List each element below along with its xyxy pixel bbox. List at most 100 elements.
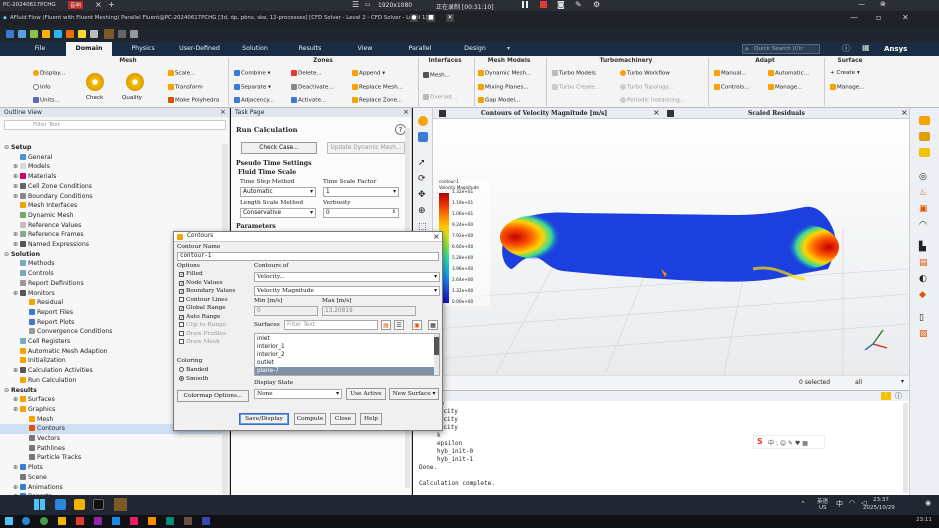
tab-physics[interactable]: Physics [120, 42, 166, 56]
compute-button[interactable]: Compute [294, 413, 326, 425]
host-app-11-icon[interactable] [202, 517, 210, 525]
maximize-icon[interactable]: ▫ [876, 13, 881, 22]
outline-close-icon[interactable]: × [220, 108, 226, 116]
sidebar-tool-1-icon[interactable] [919, 116, 930, 125]
outline-item[interactable]: General [0, 153, 222, 163]
language-label[interactable]: 英语 [817, 497, 828, 505]
tab-design[interactable]: Design [452, 42, 498, 56]
outline-item[interactable]: Vectors [0, 434, 222, 444]
fit-view-icon[interactable] [418, 132, 428, 142]
tab-solution[interactable]: Solution [232, 42, 278, 56]
console-panel[interactable]: ! ⓘ measurevelocityvelocityvelocitykepsi… [413, 390, 909, 495]
workbench-icon[interactable] [66, 30, 74, 38]
tab-parallel[interactable]: Parallel [397, 42, 443, 56]
host-app-4-icon[interactable] [76, 517, 84, 525]
host-app-5-icon[interactable] [94, 517, 102, 525]
mesh-display-button[interactable]: Display... [33, 70, 65, 77]
outline-item[interactable]: Reference Values [0, 221, 222, 231]
sidebar-tool-6-icon[interactable]: ▣ [919, 204, 928, 214]
expand-icon[interactable]: ⊕ [13, 289, 20, 299]
host-app-9-icon[interactable] [166, 517, 174, 525]
zoom-icon[interactable]: ⊕ [418, 206, 426, 216]
expand-icon[interactable]: ⊕ [13, 230, 20, 240]
option-checkbox[interactable]: ✓ Node Values [179, 280, 223, 286]
verbosity-field[interactable]: 0 ⇕ [323, 208, 399, 218]
surface-manage-button[interactable]: Manage... [830, 84, 865, 91]
sidebar-tool-13-icon[interactable]: ▧ [919, 329, 928, 339]
start-icon[interactable] [34, 499, 45, 510]
view-home-icon[interactable] [418, 116, 428, 126]
overset-button[interactable]: Overset... [423, 94, 457, 101]
host-explorer-icon[interactable] [58, 517, 66, 525]
console-scrollbar[interactable] [903, 403, 908, 493]
pause-icon[interactable] [522, 1, 528, 8]
outline-item[interactable]: ⊕ Boundary Conditions [0, 192, 222, 202]
app-thumb-icon[interactable] [104, 29, 114, 39]
chart-icon[interactable]: ▙ [919, 242, 926, 252]
wifi-icon[interactable]: ◠ [849, 499, 855, 507]
camera-icon[interactable]: ◙ [557, 0, 565, 9]
tab-user-defined[interactable]: User-Defined [172, 42, 227, 56]
surface-list-item[interactable]: interior_1 [255, 343, 435, 351]
adapt-controls-button[interactable]: Controls... [714, 84, 749, 91]
menu-icon[interactable]: ☰ [352, 0, 359, 9]
expand-icon[interactable]: ⊕ [13, 172, 20, 182]
quality-button[interactable]: Quality [122, 95, 142, 101]
expand-icon[interactable]: ⊕ [13, 405, 20, 415]
tab-more-icon[interactable]: ▾ [507, 45, 510, 52]
surface-list-item[interactable]: plane-7 [255, 367, 435, 375]
taskbar-date[interactable]: 2025/10/29 [863, 505, 895, 511]
contours-sub-select[interactable]: Velocity Magnitude ▾ [254, 286, 440, 296]
recorder-minimize-icon[interactable]: — [858, 0, 865, 8]
smooth-radio[interactable]: Smooth [179, 376, 209, 382]
deactivate-button[interactable]: Deactivate... [291, 84, 334, 91]
selection-filter[interactable]: all [855, 379, 862, 386]
sidebar-tool-12-icon[interactable]: ▯ [919, 313, 924, 323]
pen-icon[interactable]: ✎ [575, 0, 582, 9]
host-app-8-icon[interactable] [148, 517, 156, 525]
turbo-create-button[interactable]: Turbo Create... [552, 84, 600, 91]
adjacency-button[interactable]: Adjacency... [234, 97, 274, 104]
dialog-close-icon[interactable]: × [433, 232, 440, 241]
time-step-method-select[interactable]: Automatic ▾ [240, 187, 316, 197]
gap-model-button[interactable]: Gap Model... [478, 97, 520, 104]
help-button[interactable]: Help [360, 413, 382, 425]
tab-scaled-residuals[interactable]: Scaled Residuals [748, 110, 805, 117]
graphics-window[interactable]: Contours of Velocity Magnitude [m/s] × S… [413, 108, 909, 390]
collapse-icon[interactable]: ⊖ [4, 143, 11, 153]
rotate-icon[interactable]: ⟳ [418, 174, 426, 184]
sidebar-tool-10-icon[interactable]: ◐ [919, 274, 927, 284]
collapse-icon[interactable]: ⊖ [4, 250, 11, 260]
mesh-units-button[interactable]: Units... [33, 97, 60, 104]
colormap-options-button[interactable]: Colormap Options... [177, 390, 249, 402]
option-checkbox[interactable]: Draw Profiles [179, 330, 226, 337]
expand-icon[interactable]: ⊕ [13, 162, 20, 172]
fluent-taskbar-icon[interactable] [114, 498, 127, 511]
option-checkbox[interactable]: ✓ Filled [179, 271, 203, 278]
filter-options-icon[interactable]: ▤ [381, 320, 391, 330]
surface-create-button[interactable]: + Create ▾ [830, 70, 860, 76]
outline-item[interactable]: Particle Tracks [0, 453, 222, 463]
option-checkbox[interactable]: ✓ Global Range [179, 305, 226, 312]
expand-icon[interactable]: ⊕ [13, 192, 20, 202]
min-field[interactable]: 0 [254, 306, 318, 316]
use-active-button[interactable]: Use Active [346, 388, 386, 400]
dialog-title-bar[interactable]: Contours × [174, 232, 442, 242]
host-app-7-icon[interactable] [130, 517, 138, 525]
taskbar-time[interactable]: 23:37 [873, 497, 889, 503]
surfaces-list[interactable]: inlet interior_1 interior_2 outlet plane-7 [254, 333, 440, 376]
layout-icon[interactable] [90, 30, 98, 38]
task-page-close-icon[interactable]: × [403, 108, 409, 116]
warning-icon[interactable]: ! [881, 392, 891, 400]
tab-contours-velocity[interactable]: Contours of Velocity Magnitude [m/s] [481, 110, 607, 117]
sidebar-tool-3-icon[interactable] [919, 148, 930, 157]
surface-list-item[interactable]: interior_2 [255, 351, 435, 359]
tools-icon[interactable] [118, 30, 126, 38]
file-explorer-icon[interactable] [74, 499, 85, 510]
close-tab-icon[interactable]: × [95, 0, 102, 9]
contour-name-input[interactable]: contour-1 [177, 252, 439, 261]
customize-icon[interactable] [130, 30, 138, 38]
display-state-select[interactable]: None ▾ [254, 389, 342, 399]
close-window-icon[interactable]: ✕ [902, 13, 909, 22]
sidebar-tool-5-icon[interactable]: ♨ [919, 188, 927, 198]
